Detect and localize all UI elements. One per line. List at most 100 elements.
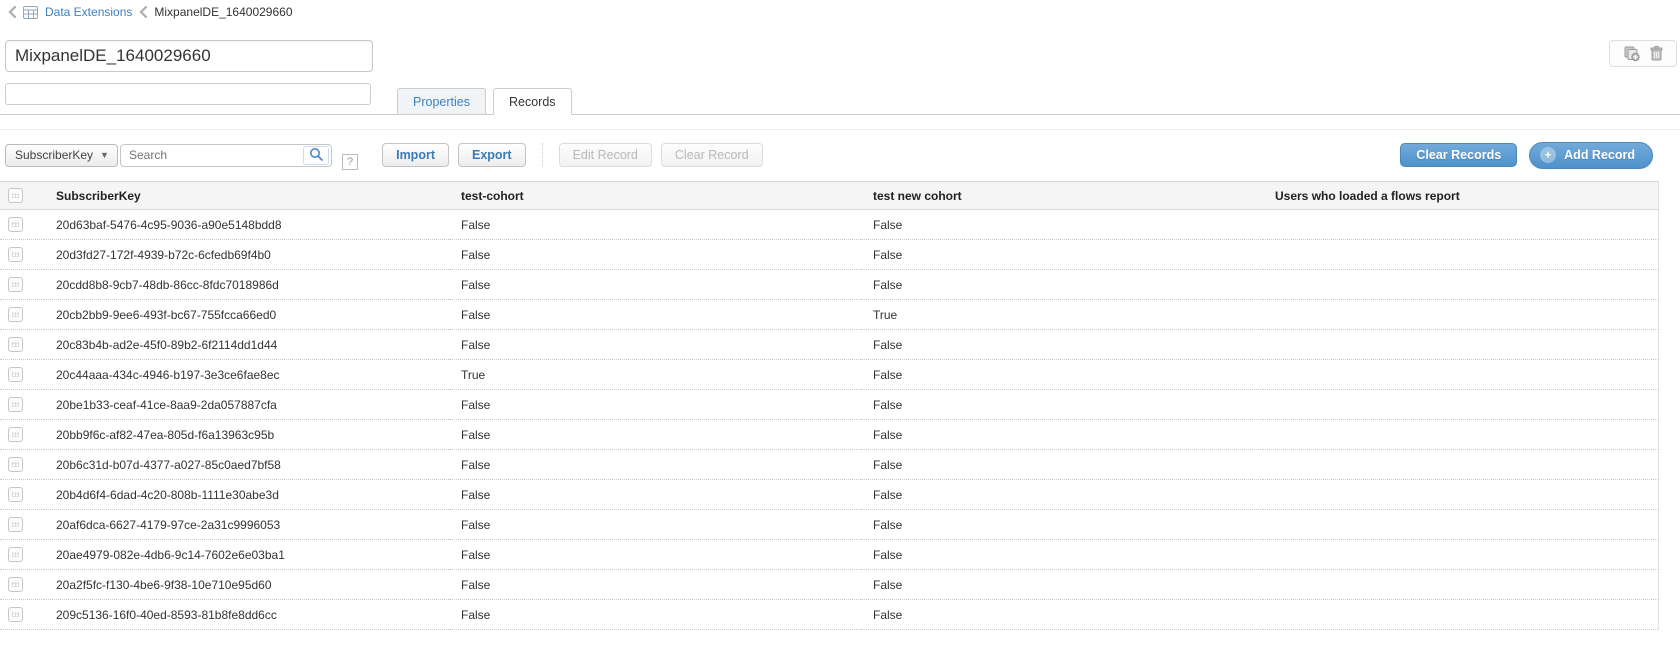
test-new-cohort-cell: False (861, 600, 1263, 630)
subscriber-key-cell: 20be1b33-ceaf-41ce-8aa9-2da057887cfa (44, 390, 449, 420)
test-new-cohort-cell: False (861, 450, 1263, 480)
flows-report-cell (1263, 450, 1659, 480)
row-checkbox[interactable] (8, 247, 23, 262)
external-key-input[interactable] (5, 83, 371, 105)
import-button[interactable]: Import (382, 143, 449, 167)
row-checkbox[interactable] (8, 217, 23, 232)
delete-data-extension-icon[interactable] (1650, 46, 1663, 61)
breadcrumb-separator-chevron-icon (139, 6, 147, 18)
flows-report-cell (1263, 330, 1659, 360)
test-cohort-cell: False (449, 450, 861, 480)
flows-report-cell (1263, 570, 1659, 600)
subscriber-key-cell: 20b6c31d-b07d-4377-a027-85c0aed7bf58 (44, 450, 449, 480)
test-cohort-cell: False (449, 210, 861, 240)
flows-report-cell (1263, 270, 1659, 300)
tab-properties[interactable]: Properties (397, 88, 486, 115)
search-icon (309, 147, 323, 164)
tab-records[interactable]: Records (493, 88, 572, 115)
test-new-cohort-cell: False (861, 270, 1263, 300)
test-cohort-cell: False (449, 330, 861, 360)
row-select-cell (0, 240, 44, 270)
flows-report-cell (1263, 210, 1659, 240)
test-new-cohort-cell: False (861, 240, 1263, 270)
subscriber-key-cell: 20a2f5fc-f130-4be6-9f38-10e710e95d60 (44, 570, 449, 600)
subscriber-key-cell: 20d3fd27-172f-4939-b72c-6cfedb69f4b0 (44, 240, 449, 270)
search-input[interactable] (120, 144, 332, 167)
table-header-row: SubscriberKey test-cohort test new cohor… (0, 182, 1659, 210)
export-button[interactable]: Export (458, 143, 526, 167)
row-checkbox[interactable] (8, 457, 23, 472)
row-select-cell (0, 480, 44, 510)
row-checkbox[interactable] (8, 337, 23, 352)
test-cohort-cell: False (449, 480, 861, 510)
search-wrap (120, 144, 332, 167)
test-new-cohort-cell: False (861, 570, 1263, 600)
row-checkbox[interactable] (8, 307, 23, 322)
test-new-cohort-cell: False (861, 210, 1263, 240)
row-checkbox[interactable] (8, 547, 23, 562)
test-cohort-cell: False (449, 390, 861, 420)
clear-records-button[interactable]: Clear Records (1400, 143, 1517, 167)
edit-record-button[interactable]: Edit Record (559, 143, 652, 167)
help-icon[interactable]: ? (342, 154, 358, 170)
table-row: 20af6dca-6627-4179-97ce-2a31c9996053 Fal… (0, 510, 1659, 540)
row-select-cell (0, 540, 44, 570)
subscriber-key-cell: 20c44aaa-434c-4946-b197-3e3ce6fae8ec (44, 360, 449, 390)
row-checkbox[interactable] (8, 487, 23, 502)
select-all-checkbox[interactable] (8, 188, 23, 203)
key-and-tabs-row: Properties Records (0, 83, 1680, 115)
column-header-flows-report: Users who loaded a flows report (1263, 182, 1659, 210)
flows-report-cell (1263, 240, 1659, 270)
row-select-cell (0, 300, 44, 330)
records-table: SubscriberKey test-cohort test new cohor… (0, 181, 1659, 630)
test-new-cohort-cell: False (861, 420, 1263, 450)
row-select-cell (0, 360, 44, 390)
flows-report-cell (1263, 360, 1659, 390)
data-extension-name-input[interactable] (5, 40, 373, 72)
test-new-cohort-cell: False (861, 390, 1263, 420)
table-row: 20d63baf-5476-4c95-9036-a90e5148bdd8 Fal… (0, 210, 1659, 240)
table-row: 20b4d6f4-6dad-4c20-808b-1111e30abe3d Fal… (0, 480, 1659, 510)
test-cohort-cell: False (449, 270, 861, 300)
copy-data-extension-icon[interactable] (1624, 46, 1640, 61)
table-row: 20ae4979-082e-4db6-9c14-7602e6e03ba1 Fal… (0, 540, 1659, 570)
row-checkbox[interactable] (8, 427, 23, 442)
column-header-test-cohort: test-cohort (449, 182, 861, 210)
title-actions-box (1609, 40, 1677, 67)
breadcrumb-data-extensions-link[interactable]: Data Extensions (45, 5, 132, 19)
row-checkbox[interactable] (8, 277, 23, 292)
table-row: 20d3fd27-172f-4939-b72c-6cfedb69f4b0 Fal… (0, 240, 1659, 270)
search-button[interactable] (303, 146, 329, 165)
flows-report-cell (1263, 510, 1659, 540)
subscriber-key-cell: 20b4d6f4-6dad-4c20-808b-1111e30abe3d (44, 480, 449, 510)
toolbar-right-group: Clear Records + Add Record (1400, 142, 1674, 169)
flows-report-cell (1263, 600, 1659, 630)
row-checkbox[interactable] (8, 607, 23, 622)
test-cohort-cell: False (449, 420, 861, 450)
test-new-cohort-cell: False (861, 480, 1263, 510)
row-checkbox[interactable] (8, 577, 23, 592)
row-checkbox[interactable] (8, 367, 23, 382)
test-new-cohort-cell: False (861, 360, 1263, 390)
test-cohort-cell: False (449, 600, 861, 630)
column-header-test-new-cohort: test new cohort (861, 182, 1263, 210)
row-select-cell (0, 600, 44, 630)
subscriber-key-cell: 20ae4979-082e-4db6-9c14-7602e6e03ba1 (44, 540, 449, 570)
row-select-cell (0, 270, 44, 300)
table-row: 20c83b4b-ad2e-45f0-89b2-6f2114dd1d44 Fal… (0, 330, 1659, 360)
breadcrumb-current-item: MixpanelDE_1640029660 (154, 5, 292, 19)
back-chevron-icon[interactable] (8, 6, 16, 18)
table-row: 20a2f5fc-f130-4be6-9f38-10e710e95d60 Fal… (0, 570, 1659, 600)
add-record-button[interactable]: + Add Record (1529, 142, 1653, 169)
test-cohort-cell: False (449, 240, 861, 270)
row-select-cell (0, 420, 44, 450)
row-select-cell (0, 210, 44, 240)
test-new-cohort-cell: False (861, 540, 1263, 570)
row-checkbox[interactable] (8, 397, 23, 412)
subscriber-key-cell: 20af6dca-6627-4179-97ce-2a31c9996053 (44, 510, 449, 540)
subscriber-key-cell: 20cdd8b8-9cb7-48db-86cc-8fdc7018986d (44, 270, 449, 300)
test-new-cohort-cell: False (861, 510, 1263, 540)
clear-record-button[interactable]: Clear Record (661, 143, 763, 167)
search-field-dropdown[interactable]: SubscriberKey ▼ (5, 144, 118, 167)
row-checkbox[interactable] (8, 517, 23, 532)
